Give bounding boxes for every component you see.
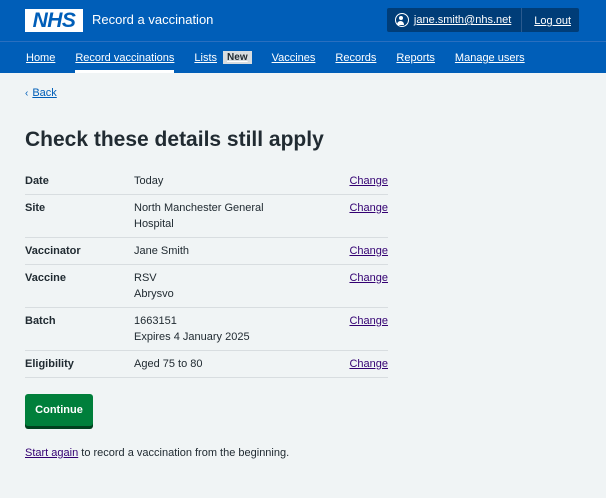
summary-row-batch: Batch 1663151 Expires 4 January 2025 Cha… <box>25 308 388 351</box>
page-title: Check these details still apply <box>25 128 324 151</box>
service-name[interactable]: Record a vaccination <box>92 12 213 27</box>
start-again-text: Start again to record a vaccination from… <box>25 447 289 459</box>
logout-container: Log out <box>522 11 579 29</box>
summary-key: Vaccinator <box>25 245 81 257</box>
start-again-link[interactable]: Start again <box>25 447 78 459</box>
summary-value-line: North Manchester General <box>134 202 264 214</box>
back-link[interactable]: ‹ Back <box>25 87 57 99</box>
new-badge: New <box>223 51 252 64</box>
summary-value-line: Jane Smith <box>134 245 190 257</box>
chevron-left-icon: ‹ <box>25 87 29 99</box>
summary-key: Eligibility <box>25 358 74 370</box>
summary-key: Site <box>25 202 46 214</box>
account-menu: jane.smith@nhs.net Log out <box>386 8 579 32</box>
primary-nav: Home Record vaccinations Lists New Vacci… <box>0 41 606 73</box>
nav-record-vaccinations[interactable]: Record vaccinations <box>75 42 175 73</box>
nav-lists-label: Lists <box>194 51 218 64</box>
start-again-description: to record a vaccination from the beginni… <box>78 447 290 459</box>
summary-value: Today <box>134 173 349 189</box>
continue-button[interactable]: Continue <box>25 394 93 426</box>
nav-lists[interactable]: Lists New <box>194 42 252 73</box>
summary-value: 1663151 Expires 4 January 2025 <box>134 313 349 345</box>
summary-value-line: Today <box>134 175 164 187</box>
summary-value-line-2: Abrysvo <box>134 288 174 300</box>
nav-reports[interactable]: Reports <box>396 42 435 73</box>
account-user: jane.smith@nhs.net <box>387 8 523 32</box>
header: NHS Record a vaccination jane.smith@nhs.… <box>0 0 606 73</box>
summary-row-site: Site North Manchester General Hospital C… <box>25 195 388 238</box>
summary-action: Change <box>349 270 388 302</box>
summary-row-date: Date Today Change <box>25 168 388 195</box>
summary-action: Change <box>349 200 388 232</box>
back-link-label: Back <box>32 87 57 99</box>
summary-row-vaccinator: Vaccinator Jane Smith Change <box>25 238 388 265</box>
change-vaccine-link[interactable]: Change <box>349 272 388 284</box>
summary-value-line-2: Hospital <box>134 218 174 230</box>
summary-list: Date Today Change Site North Manchester … <box>25 168 388 378</box>
summary-value: Aged 75 to 80 <box>134 356 349 372</box>
summary-value: Jane Smith <box>134 243 349 259</box>
summary-value-line: Aged 75 to 80 <box>134 358 203 370</box>
summary-key: Batch <box>25 315 56 327</box>
summary-value: North Manchester General Hospital <box>134 200 349 232</box>
summary-row-eligibility: Eligibility Aged 75 to 80 Change <box>25 351 388 378</box>
nav-records[interactable]: Records <box>335 42 376 73</box>
summary-action: Change <box>349 356 388 372</box>
logout-link[interactable]: Log out <box>534 15 571 27</box>
summary-value-line: 1663151 <box>134 315 177 327</box>
user-icon <box>394 13 409 27</box>
nav-vaccines[interactable]: Vaccines <box>272 42 316 73</box>
summary-row-vaccine: Vaccine RSV Abrysvo Change <box>25 265 388 308</box>
change-batch-link[interactable]: Change <box>349 315 388 327</box>
nhs-logo[interactable]: NHS <box>25 9 83 32</box>
nav-home[interactable]: Home <box>26 42 55 73</box>
top-bar: NHS Record a vaccination jane.smith@nhs.… <box>0 0 606 41</box>
summary-key: Date <box>25 175 49 187</box>
change-date-link[interactable]: Change <box>349 175 388 187</box>
user-email-link[interactable]: jane.smith@nhs.net <box>414 14 511 26</box>
change-eligibility-link[interactable]: Change <box>349 358 388 370</box>
summary-action: Change <box>349 243 388 259</box>
summary-action: Change <box>349 313 388 345</box>
summary-value-line: RSV <box>134 272 157 284</box>
summary-value-line-2: Expires 4 January 2025 <box>134 331 250 343</box>
change-vaccinator-link[interactable]: Change <box>349 245 388 257</box>
summary-action: Change <box>349 173 388 189</box>
nav-manage-users[interactable]: Manage users <box>455 42 525 73</box>
summary-value: RSV Abrysvo <box>134 270 349 302</box>
change-site-link[interactable]: Change <box>349 202 388 214</box>
summary-key: Vaccine <box>25 272 66 284</box>
